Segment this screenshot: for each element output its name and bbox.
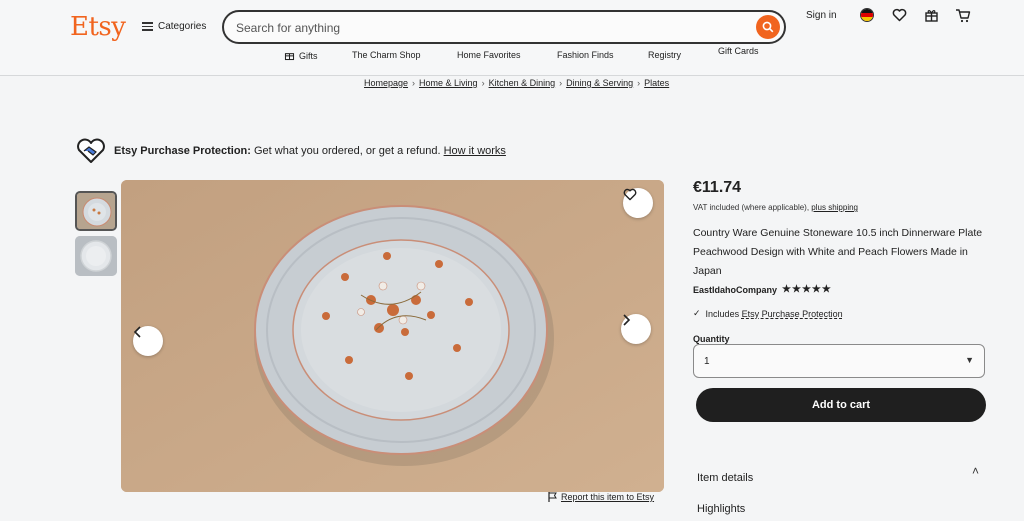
search-input[interactable] xyxy=(236,19,736,37)
etsy-logo[interactable]: Etsy xyxy=(70,12,126,42)
item-details-toggle[interactable]: Item details xyxy=(697,472,753,484)
flag-icon xyxy=(548,492,557,502)
thumbnail-1[interactable] xyxy=(75,191,117,231)
chevron-right-icon: › xyxy=(559,78,563,88)
breadcrumb-home-living[interactable]: Home & Living xyxy=(419,78,478,88)
chevron-right-icon: › xyxy=(637,78,641,88)
previous-image-button[interactable] xyxy=(133,326,163,356)
sign-in-link[interactable]: Sign in xyxy=(806,10,837,21)
nav-registry[interactable]: Registry xyxy=(648,50,681,60)
includes-prefix: Includes xyxy=(705,308,740,319)
shop-info: EastIdahoCompany ★★★★★ xyxy=(693,284,832,295)
search-icon xyxy=(762,21,774,33)
protection-title: Etsy Purchase Protection: xyxy=(114,145,251,157)
favorites-heart-icon[interactable] xyxy=(890,6,908,24)
categories-button[interactable]: Categories xyxy=(142,20,206,33)
thumbnail-2[interactable] xyxy=(75,236,117,276)
chevron-right-icon: › xyxy=(481,78,485,88)
nav-gift-cards[interactable]: Gift Cards xyxy=(718,46,759,56)
star-rating: ★★★★★ xyxy=(782,284,832,295)
includes-protection: ✓ Includes Etsy Purchase Protection xyxy=(693,308,843,319)
quantity-label: Quantity xyxy=(693,334,730,344)
purchase-protection-banner: Etsy Purchase Protection: Get what you o… xyxy=(76,138,506,164)
report-label: Report this item to Etsy xyxy=(561,492,655,502)
vat-note: VAT included (where applicable), plus sh… xyxy=(693,203,858,212)
check-icon: ✓ xyxy=(693,308,701,318)
cart-icon[interactable] xyxy=(954,6,972,24)
handshake-heart-icon xyxy=(77,138,105,163)
nav-gifts[interactable]: Gifts xyxy=(284,50,318,61)
gift-icon[interactable] xyxy=(922,6,940,24)
language-flag-icon[interactable] xyxy=(858,6,876,24)
site-header: Etsy Categories Sign in Gifts The Charm … xyxy=(0,0,1024,76)
breadcrumb-homepage[interactable]: Homepage xyxy=(364,78,408,88)
next-image-button[interactable] xyxy=(621,314,651,344)
nav-charm-shop[interactable]: The Charm Shop xyxy=(352,50,421,60)
how-it-works-link[interactable]: How it works xyxy=(444,145,506,157)
chevron-right-icon xyxy=(623,314,631,326)
price: €11.74 xyxy=(693,179,742,196)
chevron-left-icon xyxy=(133,326,141,338)
heart-icon xyxy=(623,188,637,201)
shipping-link[interactable]: plus shipping xyxy=(811,203,858,212)
breadcrumb-plates[interactable]: Plates xyxy=(644,78,669,88)
purchase-protection-link[interactable]: Etsy Purchase Protection xyxy=(742,309,843,319)
gift-icon xyxy=(284,53,295,61)
report-item-link[interactable]: Report this item to Etsy xyxy=(548,492,654,502)
favorite-button[interactable] xyxy=(623,188,653,218)
nav-fashion-finds[interactable]: Fashion Finds xyxy=(557,50,614,60)
highlights-heading: Highlights xyxy=(697,503,746,515)
listing-title: Country Ware Genuine Stoneware 10.5 inch… xyxy=(693,227,983,277)
menu-icon xyxy=(142,20,153,33)
nav-home-favorites[interactable]: Home Favorites xyxy=(457,50,521,60)
quantity-value: 1 xyxy=(704,356,710,367)
add-to-cart-button[interactable]: Add to cart xyxy=(696,388,986,422)
quantity-select[interactable]: 1 ▼ xyxy=(693,344,985,378)
breadcrumb-dining-serving[interactable]: Dining & Serving xyxy=(566,78,633,88)
plate-photo xyxy=(121,180,664,492)
product-image[interactable] xyxy=(121,180,664,492)
breadcrumb: Homepage › Home & Living › Kitchen & Din… xyxy=(364,78,669,88)
search-button[interactable] xyxy=(756,15,780,39)
protection-text: Get what you ordered, or get a refund. xyxy=(254,145,441,157)
search-bar xyxy=(222,10,786,44)
breadcrumb-kitchen-dining[interactable]: Kitchen & Dining xyxy=(489,78,556,88)
chevron-right-icon: › xyxy=(412,78,416,88)
categories-label: Categories xyxy=(158,20,207,32)
chevron-up-icon[interactable]: ˄ xyxy=(972,464,979,478)
nav-label: Gifts xyxy=(299,50,318,61)
caret-down-icon: ▼ xyxy=(965,355,974,365)
category-nav: Gifts The Charm Shop Home Favorites Fash… xyxy=(0,46,1024,68)
shop-name-link[interactable]: EastIdahoCompany xyxy=(693,285,777,295)
vat-text: VAT included (where applicable), xyxy=(693,203,810,212)
